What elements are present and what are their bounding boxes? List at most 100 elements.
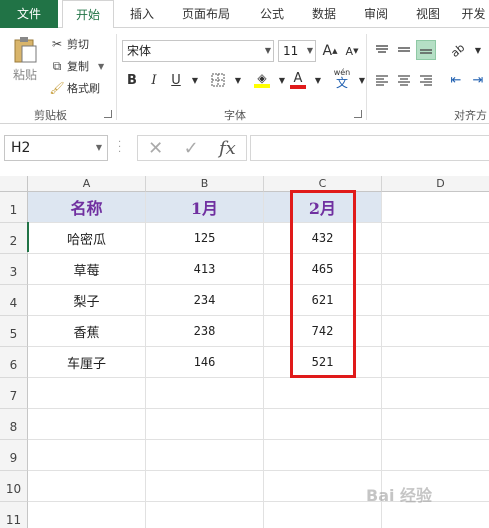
underline-button[interactable]: U [166, 70, 186, 90]
row-header-6[interactable]: 6 [0, 347, 28, 378]
copy-button[interactable]: ⧉ 复制 ▼ [50, 58, 104, 74]
row-header-3[interactable]: 3 [0, 254, 28, 285]
table-cell[interactable] [382, 316, 489, 347]
table-cell[interactable]: 哈密瓜 [28, 223, 146, 254]
table-cell[interactable] [382, 409, 489, 440]
table-cell[interactable] [264, 409, 382, 440]
orientation-icon[interactable]: ab [448, 40, 468, 60]
bold-button[interactable]: B [122, 70, 142, 90]
table-cell[interactable] [382, 285, 489, 316]
insert-function-icon[interactable]: fx [219, 138, 236, 159]
row-header-5[interactable]: 5 [0, 316, 28, 347]
table-cell[interactable] [382, 254, 489, 285]
formula-input[interactable] [250, 135, 489, 161]
grow-font-icon[interactable]: A ▲ [320, 41, 340, 61]
tab-file[interactable]: 文件 [0, 0, 58, 28]
table-cell[interactable]: 香蕉 [28, 316, 146, 347]
table-cell[interactable] [28, 502, 146, 528]
paste-label: 粘贴 [12, 68, 37, 82]
table-cell[interactable] [264, 471, 382, 502]
name-box[interactable]: H2 ▼ [4, 135, 108, 161]
tab-home[interactable]: 开始 [62, 0, 114, 29]
table-cell[interactable]: 146 [146, 347, 264, 378]
decrease-indent-icon[interactable]: ⇤ [446, 70, 466, 90]
clipboard-launcher-icon[interactable] [104, 110, 112, 118]
table-cell[interactable]: 125 [146, 223, 264, 254]
table-header-name[interactable]: 名称 [28, 192, 146, 223]
tab-insert[interactable]: 插入 [120, 0, 164, 28]
table-cell[interactable]: 238 [146, 316, 264, 347]
table-cell[interactable] [382, 223, 489, 254]
table-cell[interactable] [382, 440, 489, 471]
tab-formulas[interactable]: 公式 [252, 0, 292, 28]
column-header-b[interactable]: B [146, 176, 264, 192]
copy-dropdown-icon[interactable]: ▼ [98, 62, 104, 71]
table-cell[interactable] [146, 440, 264, 471]
table-cell[interactable] [382, 378, 489, 409]
table-cell[interactable] [264, 440, 382, 471]
underline-dropdown-icon[interactable]: ▼ [185, 70, 205, 90]
table-cell[interactable] [146, 471, 264, 502]
font-launcher-icon[interactable] [354, 110, 362, 118]
table-cell[interactable]: 草莓 [28, 254, 146, 285]
splitter-handle-icon[interactable]: · · · [118, 138, 121, 158]
table-cell[interactable]: 梨子 [28, 285, 146, 316]
cancel-icon[interactable]: ✕ [148, 138, 163, 159]
cut-label: 剪切 [67, 38, 89, 51]
table-cell[interactable]: 413 [146, 254, 264, 285]
tab-review[interactable]: 审阅 [356, 0, 396, 28]
row-header-9[interactable]: 9 [0, 440, 28, 471]
table-cell[interactable]: 234 [146, 285, 264, 316]
align-left-icon[interactable] [372, 70, 392, 90]
paste-button[interactable]: 粘贴 [10, 34, 40, 83]
tab-data[interactable]: 数据 [304, 0, 344, 28]
font-color-button[interactable]: A [288, 70, 308, 90]
table-header-jan[interactable]: 1月 [146, 192, 264, 223]
cut-button[interactable]: ✂ 剪切 [50, 36, 89, 52]
font-size-select[interactable]: 11 ▼ [278, 40, 316, 62]
tab-view[interactable]: 视图 [408, 0, 448, 28]
table-cell[interactable] [28, 471, 146, 502]
orientation-dropdown-icon[interactable]: ▼ [468, 40, 488, 60]
select-all-corner[interactable] [0, 176, 28, 192]
borders-icon[interactable] [208, 70, 228, 90]
table-cell[interactable] [264, 378, 382, 409]
table-cell[interactable] [146, 378, 264, 409]
format-painter-button[interactable]: 🖌 格式刷 [49, 80, 100, 96]
row-header-4[interactable]: 4 [0, 285, 28, 316]
font-color-dropdown-icon[interactable]: ▼ [308, 70, 328, 90]
align-top-icon[interactable] [372, 40, 392, 60]
table-cell[interactable] [382, 192, 489, 223]
row-header-10[interactable]: 10 [0, 471, 28, 502]
align-middle-icon[interactable] [394, 40, 414, 60]
table-cell[interactable] [146, 502, 264, 528]
increase-indent-icon[interactable]: ⇥ [468, 70, 488, 90]
row-header-1[interactable]: 1 [0, 192, 28, 223]
row-header-11[interactable]: 11 [0, 502, 28, 528]
phonetic-button[interactable]: wén 文 [330, 68, 354, 89]
phonetic-dropdown-icon[interactable]: ▼ [352, 70, 372, 90]
align-right-icon[interactable] [416, 70, 436, 90]
table-cell[interactable] [382, 347, 489, 378]
italic-button[interactable]: I [144, 70, 164, 90]
align-bottom-icon[interactable] [416, 40, 436, 60]
table-cell[interactable]: 车厘子 [28, 347, 146, 378]
font-name-select[interactable]: 宋体 ▼ [122, 40, 274, 62]
table-cell[interactable] [146, 409, 264, 440]
fill-color-icon[interactable]: ◈ [252, 70, 272, 90]
tab-page-layout[interactable]: 页面布局 [172, 0, 240, 28]
column-header-a[interactable]: A [28, 176, 146, 192]
table-cell[interactable] [28, 409, 146, 440]
row-header-2[interactable]: 2 [0, 223, 28, 254]
shrink-font-icon[interactable]: A ▼ [342, 41, 362, 61]
row-header-8[interactable]: 8 [0, 409, 28, 440]
table-cell[interactable] [264, 502, 382, 528]
table-cell[interactable] [28, 378, 146, 409]
enter-icon[interactable]: ✓ [184, 138, 199, 159]
align-center-icon[interactable] [394, 70, 414, 90]
column-header-d[interactable]: D [382, 176, 489, 192]
tab-developer[interactable]: 开发 [458, 0, 489, 28]
row-header-7[interactable]: 7 [0, 378, 28, 409]
table-cell[interactable] [28, 440, 146, 471]
borders-dropdown-icon[interactable]: ▼ [228, 70, 248, 90]
